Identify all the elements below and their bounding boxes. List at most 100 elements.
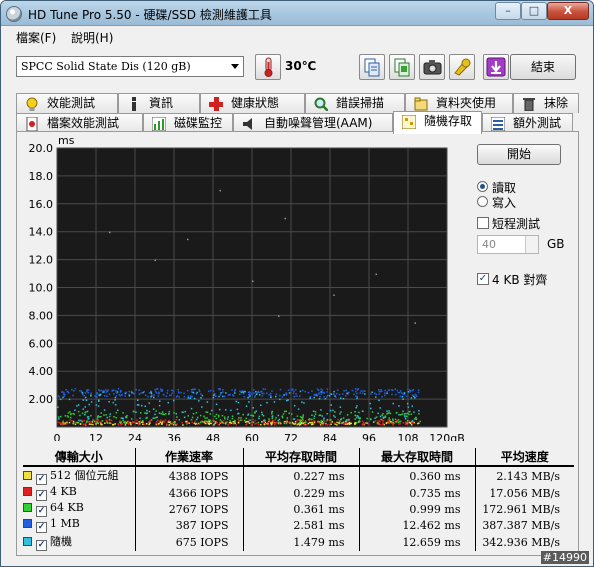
data-point bbox=[94, 395, 96, 397]
data-point bbox=[335, 392, 338, 395]
data-point bbox=[357, 415, 359, 418]
y-tick-label: 6.00 bbox=[29, 337, 54, 350]
align-4kb-checkbox[interactable]: ✓ bbox=[477, 273, 489, 285]
data-point bbox=[175, 418, 178, 421]
data-point bbox=[60, 415, 62, 418]
data-point bbox=[97, 419, 99, 422]
data-point bbox=[210, 389, 212, 392]
y-tick-label: 12.0 bbox=[29, 254, 54, 267]
data-point bbox=[132, 410, 135, 413]
data-point bbox=[406, 412, 409, 415]
data-point bbox=[402, 410, 404, 413]
data-point bbox=[330, 404, 332, 406]
data-point bbox=[293, 423, 295, 425]
data-point bbox=[296, 415, 299, 417]
data-point bbox=[174, 422, 176, 424]
legend-swatch bbox=[23, 471, 32, 480]
data-point bbox=[342, 417, 345, 419]
data-point bbox=[87, 389, 90, 391]
data-point bbox=[148, 402, 150, 404]
series-checkbox[interactable]: ✓ bbox=[36, 474, 47, 485]
read-radio[interactable] bbox=[477, 181, 488, 192]
data-point bbox=[135, 388, 137, 391]
data-point bbox=[242, 391, 244, 393]
data-point bbox=[295, 393, 297, 395]
tab-random-access[interactable]: 隨機存取 bbox=[393, 111, 482, 134]
data-point bbox=[268, 394, 270, 396]
series-checkbox[interactable]: ✓ bbox=[36, 540, 47, 551]
data-point bbox=[79, 390, 81, 392]
start-button[interactable]: 開始 bbox=[477, 144, 561, 165]
data-point bbox=[86, 420, 88, 422]
data-point bbox=[176, 423, 178, 425]
data-point bbox=[61, 423, 63, 426]
data-point bbox=[270, 394, 272, 397]
series-checkbox[interactable]: ✓ bbox=[36, 506, 47, 517]
avg-speed-cell: 17.056 MB/s bbox=[474, 485, 574, 501]
data-point bbox=[130, 423, 132, 426]
avg-access-cell: 0.227 ms bbox=[242, 466, 359, 485]
data-point bbox=[232, 395, 235, 397]
data-point bbox=[249, 419, 251, 422]
data-point bbox=[205, 411, 207, 413]
data-point bbox=[320, 421, 322, 424]
data-point bbox=[68, 398, 71, 401]
short-test-checkbox[interactable] bbox=[477, 217, 489, 229]
data-point bbox=[402, 422, 405, 424]
data-point bbox=[106, 395, 108, 397]
data-point bbox=[285, 422, 288, 425]
data-point bbox=[408, 413, 410, 416]
write-radio[interactable] bbox=[477, 196, 488, 207]
data-point bbox=[388, 417, 390, 419]
data-point bbox=[124, 422, 127, 424]
avg-speed-cell: 2.143 MB/s bbox=[474, 466, 574, 485]
data-point bbox=[219, 421, 221, 424]
data-point bbox=[297, 408, 300, 410]
data-point bbox=[77, 404, 80, 406]
data-point bbox=[396, 419, 398, 422]
size-label: 4 KB bbox=[50, 485, 77, 498]
data-point bbox=[311, 414, 313, 416]
data-point bbox=[150, 396, 152, 398]
data-point bbox=[274, 419, 277, 421]
data-point bbox=[183, 392, 185, 395]
table-row: ✓ 隨機 675 IOPS 1.479 ms 12.659 ms 342.936 MB/s bbox=[23, 533, 574, 551]
data-point bbox=[158, 412, 161, 414]
data-point bbox=[200, 397, 202, 399]
data-point bbox=[248, 422, 251, 424]
data-point bbox=[70, 413, 72, 416]
data-point bbox=[104, 422, 106, 424]
data-point bbox=[80, 390, 83, 392]
data-point bbox=[223, 416, 226, 418]
data-point bbox=[113, 389, 115, 391]
data-point bbox=[117, 409, 119, 411]
data-point bbox=[272, 421, 275, 423]
series-checkbox[interactable]: ✓ bbox=[36, 490, 47, 501]
data-point bbox=[254, 394, 256, 397]
data-point bbox=[258, 391, 260, 394]
data-point bbox=[212, 390, 215, 392]
y-tick-label: 2.00 bbox=[29, 393, 54, 406]
data-point bbox=[239, 390, 241, 392]
spinner-arrows-icon[interactable] bbox=[525, 236, 538, 253]
data-point bbox=[355, 406, 357, 409]
data-point bbox=[397, 391, 400, 394]
data-point bbox=[299, 421, 302, 423]
gb-spinner[interactable]: 40 bbox=[477, 235, 539, 254]
data-point bbox=[210, 422, 212, 425]
data-point bbox=[148, 423, 150, 426]
data-point bbox=[96, 421, 98, 424]
data-point bbox=[262, 419, 265, 422]
data-point bbox=[360, 390, 362, 392]
data-point bbox=[136, 419, 138, 421]
data-point bbox=[356, 405, 358, 407]
data-point bbox=[239, 393, 241, 396]
data-point bbox=[333, 390, 335, 393]
table-row: ✓ 1 MB 387 IOPS 2.581 ms 12.462 ms 387.387 MB… bbox=[23, 517, 574, 533]
data-point bbox=[362, 392, 364, 394]
series-checkbox[interactable]: ✓ bbox=[36, 522, 47, 533]
data-point bbox=[338, 393, 341, 396]
data-point bbox=[329, 409, 332, 412]
data-point bbox=[370, 418, 372, 421]
data-point bbox=[283, 422, 286, 425]
